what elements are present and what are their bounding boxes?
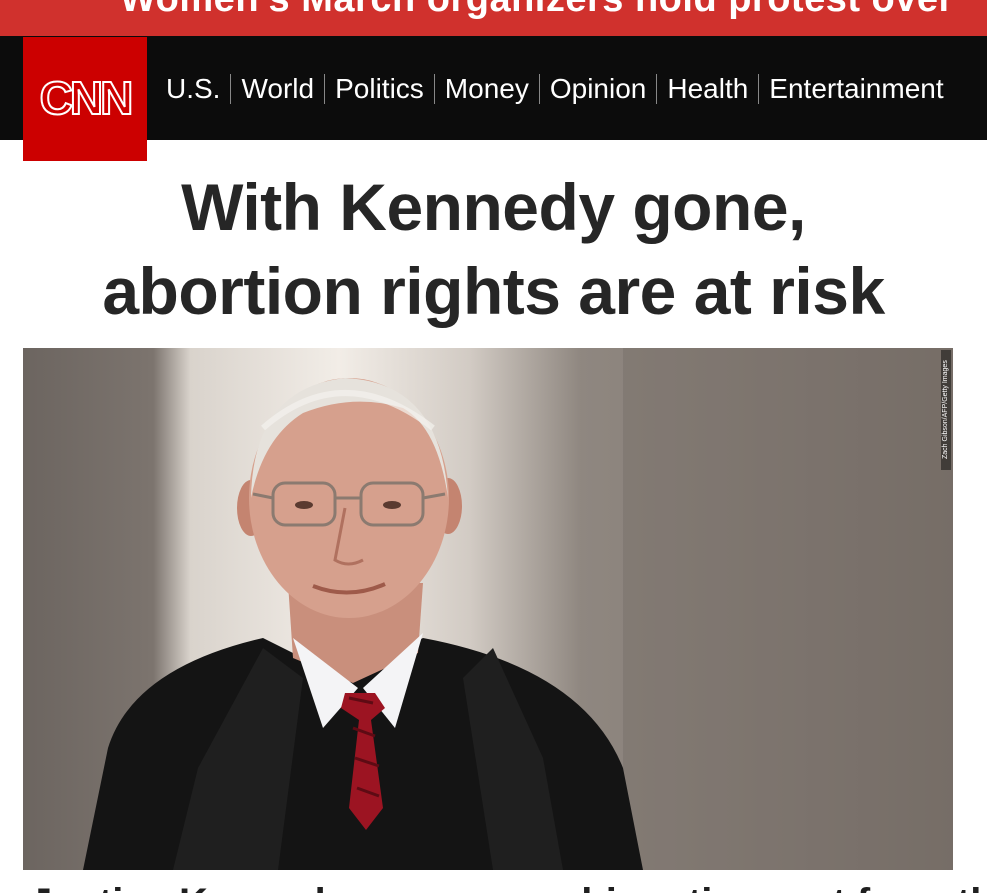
breaking-news-text[interactable]: Women's March organizers hold protest ov…	[120, 0, 954, 21]
breaking-news-banner[interactable]: Women's March organizers hold protest ov…	[0, 0, 987, 36]
page: Women's March organizers hold protest ov…	[0, 0, 987, 893]
article-headline[interactable]: With Kennedy gone, abortion rights are a…	[0, 165, 987, 333]
headline-line-2: abortion rights are at risk	[102, 254, 885, 328]
portrait-illustration	[83, 348, 953, 870]
cnn-logo[interactable]: CNN	[23, 37, 147, 161]
subheadline-text[interactable]: Justice Kennedy announces his retirement…	[30, 881, 987, 893]
nav-item-politics[interactable]: Politics	[325, 72, 434, 106]
nav-item-entertainment[interactable]: Entertainment	[759, 72, 953, 106]
headline-line-1: With Kennedy gone,	[181, 170, 806, 244]
cropped-subheadline: Justice Kennedy announces his retirement…	[0, 876, 987, 893]
cnn-logo-text: CNN	[39, 71, 135, 125]
nav-item-health[interactable]: Health	[657, 72, 758, 106]
image-credit: Zach Gibson/AFP/Getty Images	[941, 350, 951, 470]
nav-item-us[interactable]: U.S.	[166, 72, 230, 106]
hero-image[interactable]: Zach Gibson/AFP/Getty Images	[23, 348, 953, 870]
nav-items: U.S. World Politics Money Opinion Health…	[166, 72, 954, 106]
nav-item-opinion[interactable]: Opinion	[540, 72, 657, 106]
nav-item-world[interactable]: World	[231, 72, 324, 106]
nav-item-money[interactable]: Money	[435, 72, 539, 106]
top-nav-bar: U.S. World Politics Money Opinion Health…	[0, 36, 987, 140]
